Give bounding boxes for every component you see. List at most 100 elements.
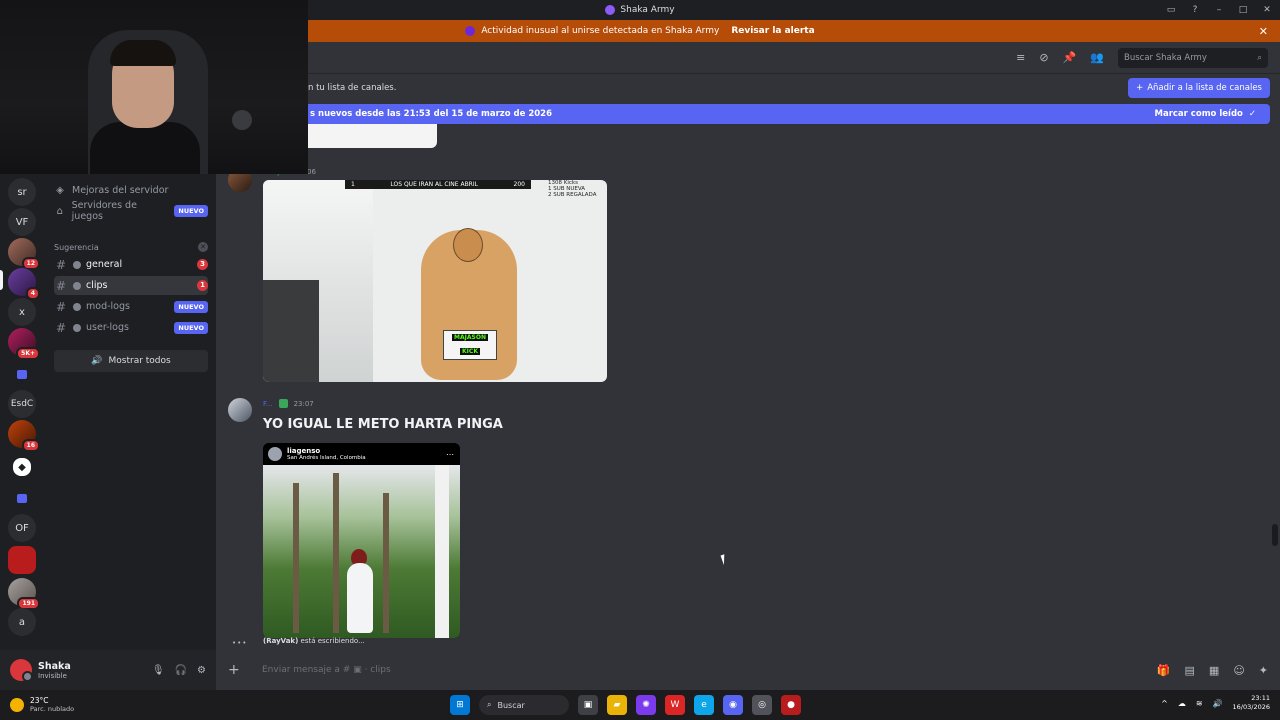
channel-mod-logs[interactable]: # mod-logs NUEVO: [54, 297, 208, 316]
folder-icon: [17, 493, 27, 503]
recorder-icon[interactable]: ●: [781, 695, 801, 715]
more-options-icon[interactable]: ⋯: [446, 450, 454, 459]
help-icon[interactable]: ?: [1190, 5, 1200, 15]
author-name[interactable]: F...: [263, 400, 273, 408]
wifi-icon[interactable]: ≋: [1196, 699, 1203, 708]
pin-icon[interactable]: 📌: [1063, 51, 1077, 64]
mute-icon[interactable]: ⊘: [1039, 51, 1048, 64]
channel-clips[interactable]: # clips 1: [54, 276, 208, 295]
message-input[interactable]: Enviar mensaje a # ▣ · clips: [262, 665, 391, 675]
close-icon[interactable]: ✕: [198, 242, 208, 252]
person: [347, 563, 373, 633]
winrar-icon[interactable]: W: [665, 695, 685, 715]
message-image[interactable]: MAJASON KICK 1 LOS QUE IRAN AL CINE ABRIL…: [263, 180, 607, 382]
inbox-icon[interactable]: ▭: [1166, 5, 1176, 15]
sticker-icon[interactable]: ▦: [1209, 664, 1219, 677]
role-shield-icon: [278, 399, 288, 408]
avatar[interactable]: [228, 398, 252, 422]
taskbar-search[interactable]: ⌕ Buscar: [479, 695, 569, 715]
gift-icon[interactable]: 🎁: [1157, 664, 1171, 677]
microphone-icon[interactable]: 🎙: [152, 665, 165, 676]
windows-start-icon[interactable]: ⊞: [450, 695, 470, 715]
threads-icon[interactable]: ≡: [1016, 51, 1025, 64]
system-tray: ^ ☁ ≋ 🔊 23:11 16/03/2026: [1161, 694, 1270, 712]
emoji-icon[interactable]: ☺: [1233, 664, 1244, 677]
channel-list-notice: n tu lista de canales.: [308, 83, 397, 93]
review-alert-button[interactable]: Revisar la alerta: [731, 26, 814, 36]
maximize-button[interactable]: □: [1238, 5, 1248, 15]
weather-icon: [10, 697, 24, 712]
channel-general[interactable]: # general 3: [54, 255, 208, 274]
copilot-icon[interactable]: ✺: [636, 695, 656, 715]
mark-as-read-button[interactable]: Marcar como leído ✓: [1155, 109, 1257, 119]
members-icon[interactable]: 👥: [1090, 51, 1104, 64]
sidebar-item-boosts[interactable]: ◈ Mejoras del servidor: [54, 180, 208, 200]
server-item[interactable]: sr: [8, 178, 36, 206]
headphones-icon[interactable]: 🎧: [175, 665, 187, 676]
onedrive-icon[interactable]: ☁: [1178, 699, 1186, 708]
gear-icon[interactable]: ⚙: [197, 665, 206, 676]
chat-area: ≡ ⊘ 📌 👥 Buscar Shaka Army ⌕ n tu lista d…: [216, 42, 1280, 650]
add-to-channel-list-button[interactable]: + Añadir a la lista de canales: [1128, 78, 1270, 98]
new-messages-bar[interactable]: s nuevos desde las 21:53 del 15 de marzo…: [308, 104, 1270, 124]
obs-icon[interactable]: ◎: [752, 695, 772, 715]
category-header[interactable]: Sugerencia ✕: [54, 242, 208, 252]
previous-image-fragment: [308, 124, 437, 148]
selected-pill: [0, 270, 3, 290]
alert-text: Actividad inusual al unirse detectada en…: [481, 26, 720, 36]
window-title-text: Shaka Army: [620, 5, 675, 15]
minimize-button[interactable]: –: [1214, 5, 1224, 15]
server-item[interactable]: a: [8, 608, 36, 636]
show-all-button[interactable]: 🔊 Mostrar todos: [54, 350, 208, 372]
message-text: YO IGUAL LE METO HARTA PINGA: [263, 417, 503, 432]
clock[interactable]: 23:11 16/03/2026: [1233, 694, 1270, 712]
scrollbar-thumb[interactable]: [1272, 524, 1278, 546]
server-item[interactable]: 191: [8, 578, 40, 610]
stream-overlay-bar: 1 LOS QUE IRAN AL CINE ABRIL 200: [345, 180, 531, 189]
gif-icon[interactable]: ▤: [1185, 664, 1195, 677]
close-icon[interactable]: ✕: [1259, 25, 1268, 38]
window-title: Shaka Army: [605, 5, 675, 15]
discord-icon[interactable]: ◉: [723, 695, 743, 715]
server-item[interactable]: 4: [8, 268, 40, 300]
typing-indicator: (RayVak) está escribiendo...: [263, 637, 365, 645]
channel-user-logs[interactable]: # user-logs NUEVO: [54, 318, 208, 337]
server-item[interactable]: 16: [8, 420, 40, 452]
search-input[interactable]: Buscar Shaka Army ⌕: [1118, 47, 1268, 68]
apps-icon[interactable]: ✦: [1259, 664, 1268, 677]
server-item[interactable]: x: [8, 298, 36, 326]
channel-toolbar: ≡ ⊘ 📌 👥 Buscar Shaka Army ⌕: [216, 42, 1280, 74]
close-window-button[interactable]: ✕: [1262, 5, 1272, 15]
new-badge: NUEVO: [174, 321, 208, 334]
server-item[interactable]: 12: [8, 238, 40, 270]
avatar[interactable]: [10, 659, 33, 682]
mouse-cursor: [720, 552, 732, 566]
server-item[interactable]: VF: [8, 208, 36, 236]
unread-count: 1: [197, 280, 208, 291]
task-view-icon[interactable]: ▣: [578, 695, 598, 715]
server-item[interactable]: OF: [8, 514, 36, 542]
embed-header: liagenso San Andrés Island, Colombia ⋯: [263, 443, 460, 465]
message-embed-image[interactable]: liagenso San Andrés Island, Colombia ⋯: [263, 443, 460, 638]
chevron-up-icon[interactable]: ^: [1161, 699, 1168, 708]
message-header: F... 23:07: [263, 399, 314, 408]
server-item[interactable]: [8, 546, 36, 574]
gamepad-icon: ⌂: [56, 205, 63, 217]
edge-icon[interactable]: e: [694, 695, 714, 715]
server-folder[interactable]: [8, 360, 36, 388]
window-controls: ▭ ? – □ ✕: [1166, 0, 1272, 20]
server-item[interactable]: EsdC: [8, 390, 36, 418]
user-panel: Shaka Invisible 🎙 🎧 ⚙: [0, 650, 216, 690]
clock-icon: [73, 323, 81, 332]
folder-icon: [17, 369, 27, 379]
message-composer: + Enviar mensaje a # ▣ · clips 🎁 ▤ ▦ ☺ ✦: [216, 650, 1280, 690]
server-folder[interactable]: [8, 484, 36, 512]
volume-icon[interactable]: 🔊: [1213, 699, 1223, 708]
upload-plus-button[interactable]: +: [228, 662, 248, 678]
mark-read-icon: ✓: [1248, 109, 1256, 119]
sidebar-item-game-servers[interactable]: ⌂ Servidores de juegos NUEVO: [54, 200, 208, 222]
weather-widget[interactable]: 23°C Parc. nublado: [10, 696, 74, 713]
server-item[interactable]: ◆: [13, 458, 31, 476]
file-explorer-icon[interactable]: ▰: [607, 695, 627, 715]
server-item[interactable]: 5K+: [8, 328, 40, 360]
